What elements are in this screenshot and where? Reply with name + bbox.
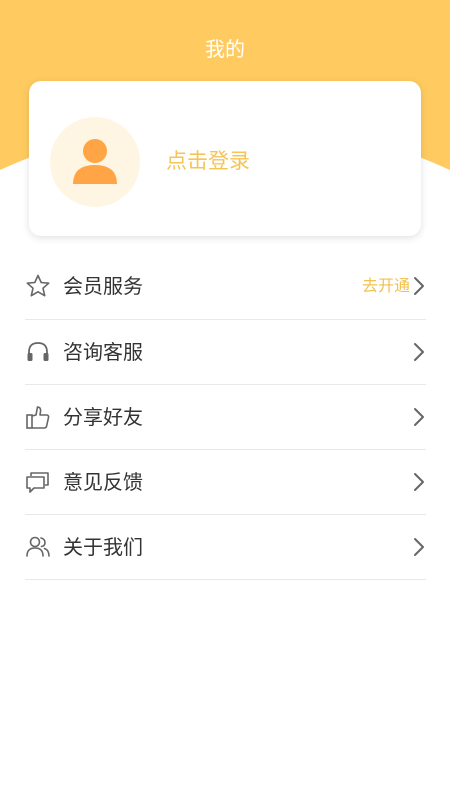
- chevron-right-icon: [412, 276, 426, 296]
- menu-item-share-friends[interactable]: 分享好友: [25, 385, 426, 450]
- menu-item-customer-service[interactable]: 咨询客服: [25, 320, 426, 385]
- login-link[interactable]: 点击登录: [166, 147, 250, 175]
- chat-icon: [25, 469, 51, 495]
- membership-activate-label[interactable]: 去开通: [362, 275, 410, 297]
- users-icon: [25, 534, 51, 560]
- menu-list: 会员服务 去开通 咨询客服 分享好友 意见反馈 关于我们: [25, 253, 426, 580]
- menu-item-label: 分享好友: [63, 405, 143, 429]
- chevron-right-icon: [412, 472, 426, 492]
- star-icon: [25, 273, 51, 299]
- menu-item-label: 会员服务: [63, 274, 143, 298]
- menu-item-about-us[interactable]: 关于我们: [25, 515, 426, 580]
- user-avatar-icon[interactable]: [50, 117, 140, 207]
- profile-card[interactable]: 点击登录: [29, 81, 421, 236]
- page-title: 我的: [205, 37, 245, 61]
- chevron-right-icon: [412, 342, 426, 362]
- headset-icon: [25, 339, 51, 365]
- menu-item-label: 关于我们: [63, 535, 143, 559]
- my-page: 我的 点击登录 会员服务 去开通 咨询客服 分享好友 意见反馈 关于我们: [0, 0, 450, 800]
- menu-item-label: 咨询客服: [63, 340, 143, 364]
- menu-item-label: 意见反馈: [63, 470, 143, 494]
- chevron-right-icon: [412, 407, 426, 427]
- menu-item-membership[interactable]: 会员服务 去开通: [25, 253, 426, 320]
- chevron-right-icon: [412, 537, 426, 557]
- thumbs-up-icon: [25, 404, 51, 430]
- menu-item-feedback[interactable]: 意见反馈: [25, 450, 426, 515]
